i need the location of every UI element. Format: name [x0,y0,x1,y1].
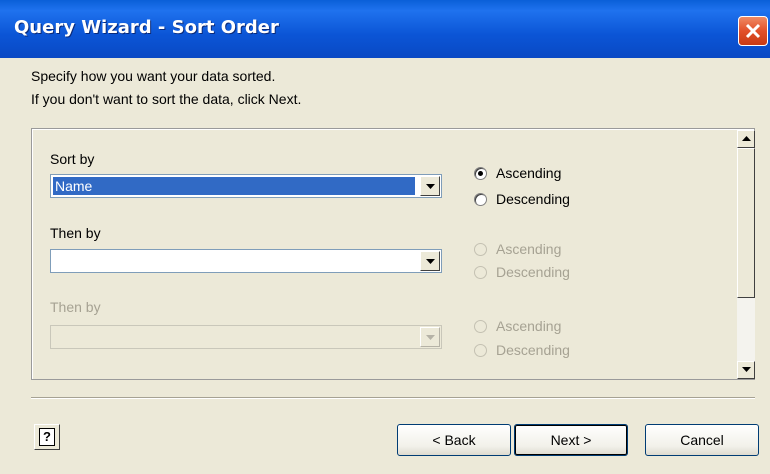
radio-checked-icon [474,167,487,180]
then-by-1-dropdown-button[interactable] [420,251,440,271]
radio-unchecked-icon [474,193,487,206]
scrollbar-thumb[interactable] [737,148,755,298]
triangle-down-icon [426,259,435,264]
instruction-line-2: If you don't want to sort the data, clic… [31,91,302,107]
dialog-body: Specify how you want your data sorted. I… [0,58,770,474]
title-bar: Query Wizard - Sort Order [0,0,770,58]
radio-unchecked-icon [474,344,487,357]
close-button[interactable] [738,16,768,46]
then-by-2-label: Then by [50,299,101,315]
sort-panel: Sort by Name Ascending Descending Then b… [31,128,755,380]
triangle-down-icon [742,367,751,372]
then-by-1-value [53,252,415,270]
then-by-2-dropdown-button [420,327,440,347]
footer-divider [31,397,755,399]
then-by-1-combo[interactable] [50,249,442,273]
scroll-up-button[interactable] [737,130,755,148]
scroll-down-button[interactable] [737,361,755,379]
triangle-down-icon [426,335,435,340]
then-by-2-ascending-label: Ascending [496,318,562,334]
radio-unchecked-icon [474,243,487,256]
window-title: Query Wizard - Sort Order [14,17,279,38]
then-by-2-descending-label: Descending [496,342,570,358]
then-by-2-value [53,328,415,346]
radio-unchecked-icon [474,320,487,333]
then-by-1-label: Then by [50,225,101,241]
instruction-line-1: Specify how you want your data sorted. [31,68,276,84]
sort-by-ascending-label: Ascending [496,165,562,181]
sort-by-label: Sort by [50,151,95,167]
help-icon: ? [39,428,55,446]
vertical-scrollbar[interactable] [737,130,755,379]
then-by-1-descending-label: Descending [496,264,570,280]
radio-unchecked-icon [474,266,487,279]
back-button[interactable]: < Back [397,424,511,456]
then-by-1-ascending-label: Ascending [496,241,562,257]
sort-by-combo[interactable]: Name [50,174,442,198]
then-by-2-combo [50,325,442,349]
sort-by-value: Name [53,177,415,195]
close-icon [745,23,761,39]
next-button[interactable]: Next > [514,424,628,456]
sort-by-dropdown-button[interactable] [420,176,440,196]
help-button[interactable]: ? [34,424,60,450]
triangle-down-icon [426,184,435,189]
sort-by-descending-label: Descending [496,191,570,207]
triangle-up-icon [742,136,751,141]
cancel-button[interactable]: Cancel [645,424,759,456]
